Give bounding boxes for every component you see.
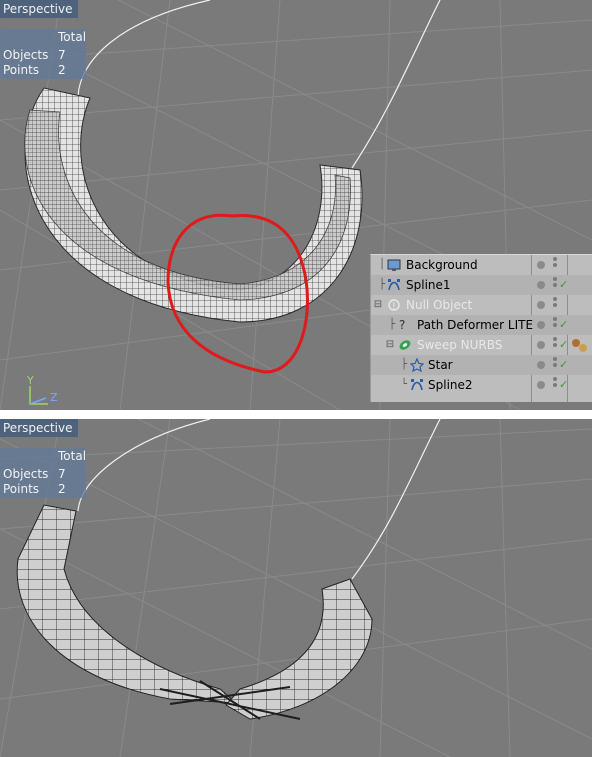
render-dots[interactable]: [553, 277, 557, 293]
object-name: Star: [428, 358, 453, 372]
sweep-nurbs-icon: [399, 340, 411, 350]
object-name: Sweep NURBS: [417, 338, 503, 352]
null-object-icon: !: [388, 299, 400, 312]
hud-row-objects: Objects 7: [3, 48, 83, 62]
background-icon: [387, 259, 401, 271]
render-dots[interactable]: [553, 257, 557, 273]
hud-header: Total: [58, 30, 87, 44]
axis-z-label: Z: [50, 391, 58, 404]
tree-branch: ├: [400, 359, 408, 370]
object-name: Null Object: [406, 298, 473, 312]
object-row-path-deformer[interactable]: ├ ? Path Deformer LITE ✓: [371, 315, 592, 335]
visibility-dot[interactable]: [537, 321, 545, 329]
viewport-bottom[interactable]: Perspective Total Objects 7 Points 2: [0, 419, 592, 757]
hud-label: Points: [3, 482, 40, 496]
visibility-dot[interactable]: [537, 361, 545, 369]
hud-header: Total: [58, 449, 87, 463]
enabled-check-icon[interactable]: ✓: [559, 355, 568, 375]
enabled-check-icon[interactable]: ✓: [559, 315, 568, 335]
object-name: Background: [406, 258, 478, 272]
object-row-spline1[interactable]: ├ Spline1 ✓: [371, 275, 592, 295]
object-name: Spline2: [428, 378, 473, 392]
hud-label: Objects: [3, 48, 49, 62]
visibility-dot[interactable]: [537, 301, 545, 309]
hud-value: 7: [58, 48, 66, 62]
hud-label: Points: [3, 63, 40, 77]
stats-hud: Total Objects 7 Points 2: [0, 448, 86, 498]
object-row-star[interactable]: ├ Star ✓: [371, 355, 592, 375]
object-name: Spline1: [406, 278, 451, 292]
tree-branch: └: [400, 379, 408, 390]
hud-row-points: Points 2: [3, 482, 83, 496]
render-dots[interactable]: [553, 317, 557, 333]
object-manager[interactable]: │ Background ├ Spline1 ✓ ⊟ ! Null Object…: [370, 254, 592, 402]
object-row-background[interactable]: │ Background: [371, 255, 592, 275]
sweep-object-left-arm: [16, 504, 238, 704]
hud-row-objects: Objects 7: [3, 467, 83, 481]
viewport-title[interactable]: Perspective: [0, 0, 78, 18]
viewport-top[interactable]: Perspective Total Objects 7 Points 2 Y Z…: [0, 0, 592, 410]
svg-text:!: !: [392, 302, 396, 312]
scene-render-bottom: [0, 419, 592, 757]
spline-icon: [411, 379, 423, 391]
render-dots[interactable]: [553, 297, 557, 313]
enabled-check-icon[interactable]: ✓: [559, 375, 568, 395]
hud-label: Objects: [3, 467, 49, 481]
collapse-toggle[interactable]: ⊟: [383, 335, 397, 355]
visibility-dot[interactable]: [537, 381, 545, 389]
hud-value: 2: [58, 482, 66, 496]
visibility-dot[interactable]: [537, 341, 545, 349]
viewport-title[interactable]: Perspective: [0, 419, 78, 437]
enabled-check-icon[interactable]: ✓: [559, 275, 568, 295]
enabled-check-icon[interactable]: ✓: [559, 335, 568, 355]
stats-hud: Total Objects 7 Points 2: [0, 29, 86, 79]
axis-y-label: Y: [27, 374, 34, 387]
object-row-null-object[interactable]: ⊟ ! Null Object: [371, 295, 592, 315]
sweep-object-right-arm: [225, 578, 373, 720]
render-dots[interactable]: [553, 337, 557, 353]
object-row-spline2[interactable]: └ Spline2 ✓: [371, 375, 592, 395]
image-separator: [0, 410, 592, 419]
render-dots[interactable]: [553, 357, 557, 373]
object-row-sweep-nurbs[interactable]: ⊟ Sweep NURBS ✓: [371, 335, 592, 355]
hud-value: 7: [58, 467, 66, 481]
render-dots[interactable]: [553, 377, 557, 393]
object-name: Path Deformer LITE: [417, 318, 534, 332]
collapse-toggle[interactable]: ⊟: [371, 295, 385, 315]
tree-branch: ├: [388, 319, 396, 330]
material-tag-icon[interactable]: [571, 338, 589, 352]
hud-row-points: Points 2: [3, 63, 83, 77]
spline-icon: [388, 279, 400, 291]
hud-value: 2: [58, 63, 66, 77]
axis-gizmo: Y Z: [18, 374, 68, 410]
path-deformer-icon: ?: [399, 318, 406, 332]
visibility-dot[interactable]: [537, 261, 545, 269]
spline-curve: [77, 0, 441, 169]
visibility-dot[interactable]: [537, 281, 545, 289]
star-icon: [410, 358, 424, 372]
